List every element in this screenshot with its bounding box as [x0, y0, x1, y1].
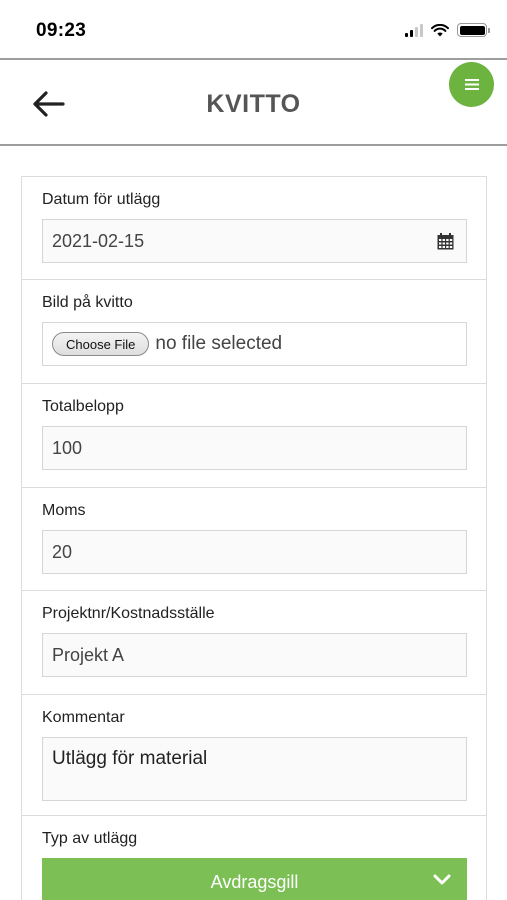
- vat-value: 20: [52, 541, 73, 562]
- expense-type-row: Typ av utlägg Avdragsgill: [22, 816, 486, 900]
- receipt-image-label: Bild på kvitto: [42, 294, 133, 311]
- status-bar: 09:23: [0, 0, 507, 58]
- expense-type-label: Typ av utlägg: [42, 830, 138, 847]
- comment-row: Kommentar Utlägg för material: [22, 695, 486, 816]
- date-value: 2021-02-15: [52, 230, 145, 251]
- date-row: Datum för utlägg 2021-02-15: [22, 177, 486, 280]
- status-time: 09:23: [36, 20, 87, 41]
- total-label: Totalbelopp: [42, 398, 124, 415]
- wifi-icon: [431, 23, 449, 36]
- comment-label: Kommentar: [42, 709, 125, 726]
- comment-value: Utlägg för material: [52, 748, 208, 769]
- menu-button[interactable]: [449, 62, 494, 107]
- date-field[interactable]: 2021-02-15: [42, 219, 467, 263]
- project-label: Projektnr/Kostnadsställe: [42, 605, 215, 622]
- vat-row: Moms 20: [22, 488, 486, 591]
- receipt-form: Datum för utlägg 2021-02-15 Bild på kvit…: [21, 176, 487, 900]
- vat-field[interactable]: 20: [42, 530, 467, 574]
- expense-type-select[interactable]: Avdragsgill: [42, 858, 467, 900]
- app-header: KVITTO: [0, 58, 507, 146]
- battery-icon: [457, 23, 490, 37]
- total-field[interactable]: 100: [42, 426, 467, 470]
- signal-icon: [405, 23, 423, 37]
- file-status: no file selected: [155, 333, 283, 354]
- project-field[interactable]: Projekt A: [42, 633, 467, 677]
- hamburger-menu-icon: [464, 79, 479, 90]
- project-row: Projektnr/Kostnadsställe Projekt A: [22, 591, 486, 695]
- status-icons: [405, 23, 490, 37]
- total-value: 100: [52, 437, 83, 458]
- file-input[interactable]: Choose File no file selected: [42, 322, 467, 366]
- comment-field[interactable]: Utlägg för material: [42, 737, 467, 801]
- choose-file-button[interactable]: Choose File: [52, 332, 150, 356]
- calendar-icon[interactable]: [437, 233, 454, 250]
- project-value: Projekt A: [52, 644, 125, 665]
- expense-type-value: Avdragsgill: [210, 871, 299, 892]
- receipt-image-row: Bild på kvitto Choose File no file selec…: [22, 280, 486, 384]
- chevron-down-icon: [433, 874, 451, 885]
- total-row: Totalbelopp 100: [22, 384, 486, 488]
- date-label: Datum för utlägg: [42, 191, 161, 208]
- page-title: KVITTO: [206, 90, 301, 118]
- vat-label: Moms: [42, 502, 86, 519]
